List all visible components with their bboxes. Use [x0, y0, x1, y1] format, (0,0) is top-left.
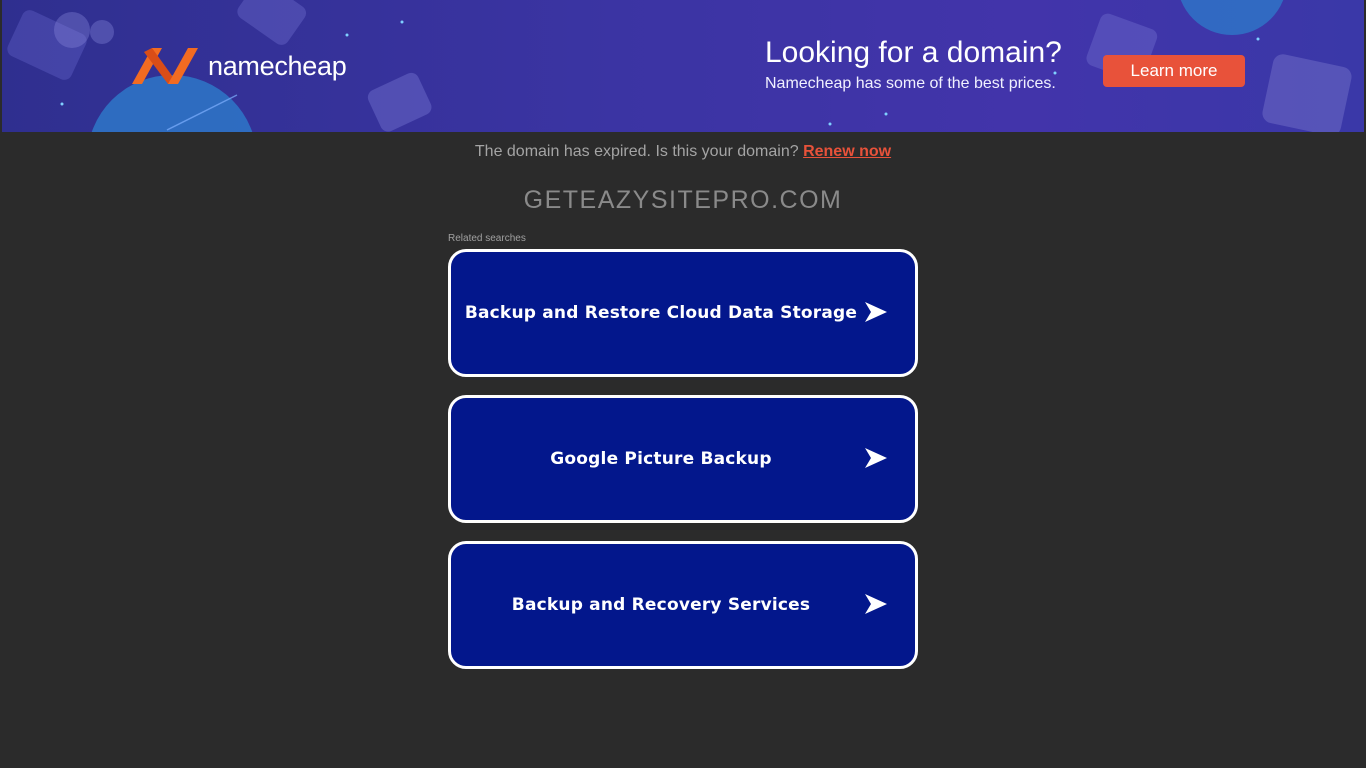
related-search-item[interactable]: Google Picture Backup: [448, 395, 918, 523]
related-search-label: Google Picture Backup: [550, 449, 772, 469]
arrow-right-icon: [865, 448, 887, 468]
expired-notice-text: The domain has expired. Is this your dom…: [474, 143, 799, 160]
arrow-right-icon: [865, 594, 887, 614]
namecheap-n-icon: [132, 48, 198, 84]
logo-text: namecheap: [208, 50, 347, 81]
related-searches-label: Related searches: [448, 233, 526, 244]
related-search-label: Backup and Recovery Services: [511, 595, 811, 615]
promo-text-block: Looking for a domain? Namecheap has some…: [765, 36, 1062, 93]
expired-notice: The domain has expired. Is this your dom…: [0, 143, 1366, 161]
namecheap-logo[interactable]: namecheap: [130, 46, 347, 86]
promo-title: Looking for a domain?: [765, 36, 1062, 69]
related-search-item[interactable]: Backup and Recovery Services: [448, 541, 918, 669]
domain-name: GETEAZYSITEPRO.COM: [523, 186, 843, 214]
related-search-label: Backup and Restore Cloud Data Storage: [464, 303, 858, 323]
arrow-right-icon: [865, 302, 887, 322]
renew-now-link[interactable]: Renew now: [803, 143, 891, 160]
namecheap-ad-banner[interactable]: namecheap Looking for a domain? Namechea…: [2, 0, 1364, 132]
promo-subtitle: Namecheap has some of the best prices.: [765, 75, 1056, 92]
related-search-item[interactable]: Backup and Restore Cloud Data Storage: [448, 249, 918, 377]
learn-more-button[interactable]: Learn more: [1103, 55, 1245, 87]
